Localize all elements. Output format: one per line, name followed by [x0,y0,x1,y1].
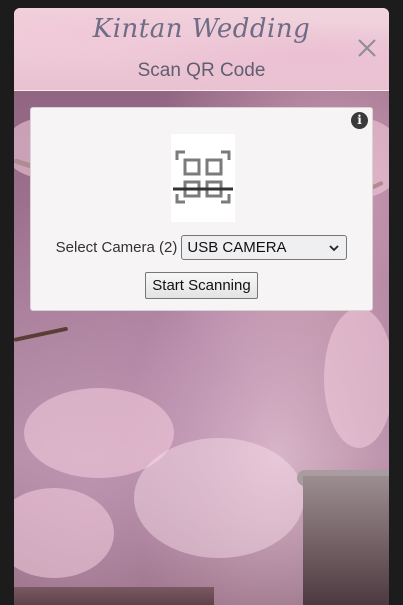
app-window: Kintan Wedding Scan QR Code i Select Cam… [14,8,389,605]
stage-floor [14,587,214,605]
header: Kintan Wedding Scan QR Code [14,8,389,91]
camera-select-value: USB CAMERA [187,239,287,256]
start-scanning-button[interactable]: Start Scanning [145,272,258,299]
stone-pillar [303,476,389,605]
qr-code-icon [173,150,233,204]
chevron-down-icon [329,245,339,252]
brand-title: Kintan Wedding [92,14,311,44]
qr-scanner-panel: i Select Camera (2) USB CAMERA Start Sca… [30,107,373,311]
camera-select-label: Select Camera (2) [55,239,178,256]
camera-select[interactable]: USB CAMERA [181,235,348,260]
info-icon[interactable]: i [351,112,368,129]
qr-placeholder [171,134,235,222]
camera-selector-row: Select Camera (2) USB CAMERA [31,235,372,260]
close-button[interactable] [355,36,379,60]
close-icon [358,39,376,57]
page-title: Scan QR Code [137,60,266,81]
